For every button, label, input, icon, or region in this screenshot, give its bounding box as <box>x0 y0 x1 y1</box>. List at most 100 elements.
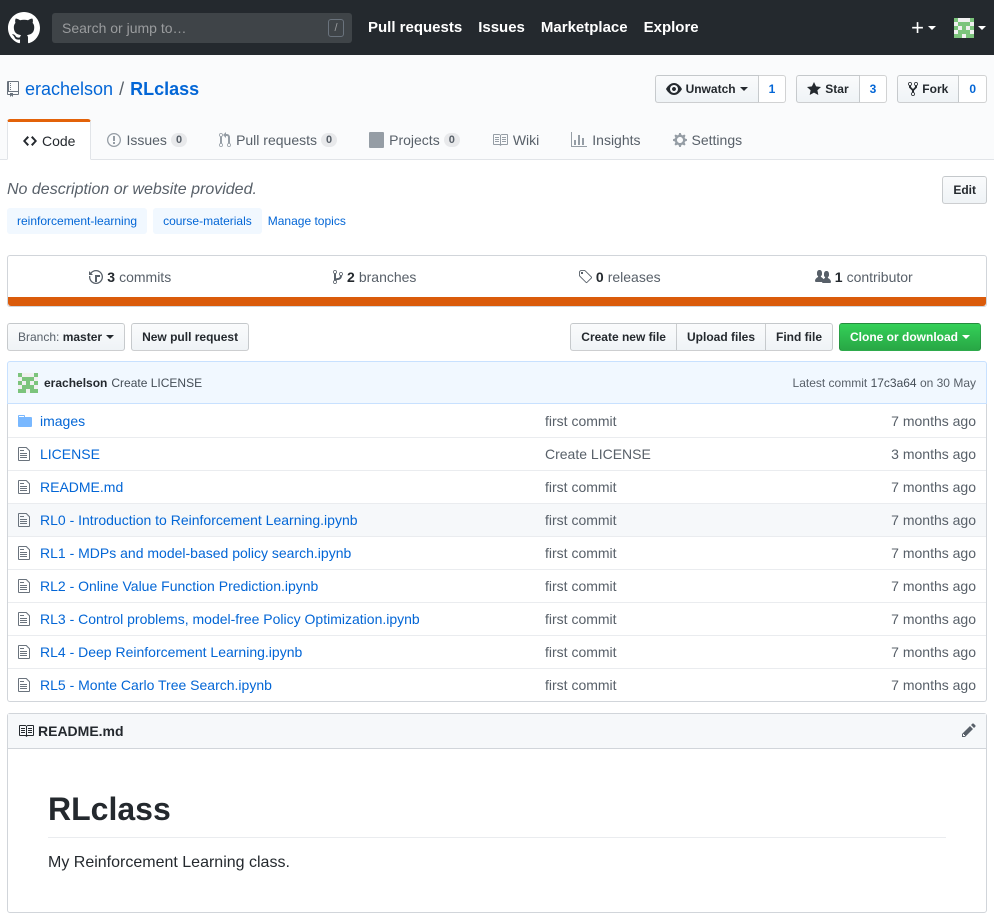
file-name-link[interactable]: RL2 - Online Value Function Prediction.i… <box>40 578 545 594</box>
create-new-file-button[interactable]: Create new file <box>570 323 677 351</box>
star-label: Star <box>825 82 849 96</box>
table-row: images first commit 7 months ago <box>8 404 986 437</box>
tab-code[interactable]: Code <box>7 119 92 160</box>
file-commit-message[interactable]: first commit <box>545 479 891 495</box>
new-pull-request-button[interactable]: New pull request <box>131 323 250 351</box>
repo-header: erachelson / RLclass Unwatch 1 Star 3 Fo… <box>0 55 994 160</box>
file-name-link[interactable]: RL0 - Introduction to Reinforcement Lear… <box>40 512 545 528</box>
tab-insights[interactable]: Insights <box>555 119 656 159</box>
file-name-link[interactable]: LICENSE <box>40 446 545 462</box>
language-bar[interactable] <box>8 297 986 306</box>
nav-pull-requests[interactable]: Pull requests <box>368 19 462 36</box>
search-shortcut-hint: / <box>328 18 344 37</box>
pull-request-icon <box>219 132 232 147</box>
contributors-label: contributor <box>846 268 913 285</box>
file-name-link[interactable]: RL4 - Deep Reinforcement Learning.ipynb <box>40 644 545 660</box>
caret-down-icon <box>739 87 748 91</box>
repo-name-link[interactable]: RLclass <box>130 79 199 100</box>
file-commit-message[interactable]: first commit <box>545 644 891 660</box>
topic-tag[interactable]: course-materials <box>153 208 262 234</box>
commit-author-link[interactable]: erachelson <box>44 376 107 390</box>
latest-commit-prefix: Latest commit <box>792 375 868 390</box>
global-header: / Pull requests Issues Marketplace Explo… <box>0 0 994 55</box>
github-logo-icon[interactable] <box>8 11 40 44</box>
watchers-count[interactable]: 1 <box>758 75 787 103</box>
contributors-link[interactable]: 1 contributor <box>742 269 987 285</box>
file-name-link[interactable]: RL5 - Monte Carlo Tree Search.ipynb <box>40 677 545 693</box>
create-new-dropdown[interactable]: + <box>911 15 936 41</box>
plus-icon: + <box>911 14 924 40</box>
tab-projects[interactable]: Projects 0 <box>353 119 476 159</box>
projects-counter: 0 <box>443 133 460 147</box>
file-icon <box>18 479 36 495</box>
repo-title-row: erachelson / RLclass Unwatch 1 Star 3 Fo… <box>0 75 994 103</box>
tab-settings[interactable]: Settings <box>657 119 759 159</box>
file-commit-message[interactable]: first commit <box>545 413 891 429</box>
file-commit-message[interactable]: Create LICENSE <box>545 446 891 462</box>
upload-files-button[interactable]: Upload files <box>676 323 766 351</box>
clone-or-download-button[interactable]: Clone or download <box>839 323 981 351</box>
table-row: README.md first commit 7 months ago <box>8 470 986 503</box>
find-file-button[interactable]: Find file <box>766 323 833 351</box>
tab-code-label: Code <box>42 132 76 149</box>
repo-owner-link[interactable]: erachelson <box>25 79 113 100</box>
numbers-summary: 3 commits 2 branches 0 releases 1 contri… <box>7 255 987 307</box>
repo-description-row: No description or website provided. Edit <box>0 176 994 204</box>
caret-down-icon <box>978 25 986 30</box>
unwatch-button[interactable]: Unwatch <box>654 75 759 103</box>
header-nav: Pull requests Issues Marketplace Explore <box>368 19 715 36</box>
folder-icon <box>18 413 36 429</box>
branch-name: master <box>62 330 103 344</box>
book-icon <box>492 134 508 146</box>
file-commit-message[interactable]: first commit <box>545 677 891 693</box>
manage-topics-link[interactable]: Manage topics <box>268 214 346 228</box>
fork-group: Fork 0 <box>897 75 987 103</box>
tab-insights-label: Insights <box>592 132 641 148</box>
repo-nav: Code Issues 0 Pull requests 0 Projects 0… <box>0 119 994 160</box>
star-button[interactable]: Star <box>796 75 860 103</box>
file-icon <box>18 644 36 660</box>
tab-pull-requests[interactable]: Pull requests 0 <box>203 119 353 159</box>
file-name-link[interactable]: RL3 - Control problems, model-free Polic… <box>40 611 545 627</box>
tab-issues[interactable]: Issues 0 <box>91 119 203 159</box>
readme-paragraph: My Reinforcement Learning class. <box>48 854 290 871</box>
file-commit-message[interactable]: first commit <box>545 611 891 627</box>
search-input[interactable] <box>60 18 344 37</box>
fork-label: Fork <box>922 82 949 96</box>
file-commit-message[interactable]: first commit <box>545 578 891 594</box>
pull-requests-counter: 0 <box>321 133 338 147</box>
file-age: 7 months ago <box>891 578 976 594</box>
releases-link[interactable]: 0 releases <box>497 269 742 285</box>
nav-issues[interactable]: Issues <box>478 19 525 36</box>
commits-link[interactable]: 3 commits <box>8 269 253 285</box>
branches-label: branches <box>358 268 417 285</box>
file-commit-message[interactable]: first commit <box>545 545 891 561</box>
user-menu[interactable] <box>954 17 986 38</box>
branches-link[interactable]: 2 branches <box>253 269 498 285</box>
stargazers-count[interactable]: 3 <box>859 75 888 103</box>
file-icon <box>18 545 36 561</box>
topic-tag[interactable]: reinforcement-learning <box>7 208 148 234</box>
pencil-icon[interactable] <box>962 722 976 741</box>
readme-heading: RLclass <box>48 789 946 838</box>
code-icon <box>23 135 37 146</box>
file-icon <box>18 512 36 528</box>
nav-explore[interactable]: Explore <box>644 19 699 36</box>
commit-message-link[interactable]: Create LICENSE <box>111 376 202 390</box>
tab-wiki[interactable]: Wiki <box>476 119 555 159</box>
file-commit-message[interactable]: first commit <box>545 512 891 528</box>
watch-group: Unwatch 1 <box>654 75 787 103</box>
tab-pull-requests-label: Pull requests <box>236 132 317 148</box>
file-name-link[interactable]: RL1 - MDPs and model-based policy search… <box>40 545 545 561</box>
fork-button[interactable]: Fork <box>897 75 960 103</box>
commits-label: commits <box>119 268 172 285</box>
file-name-link[interactable]: README.md <box>40 479 545 495</box>
edit-description-button[interactable]: Edit <box>942 176 987 204</box>
commit-sha-link[interactable]: 17c3a64 <box>871 376 917 390</box>
forks-count[interactable]: 0 <box>959 75 987 103</box>
branch-select-button[interactable]: Branch: master <box>7 323 126 351</box>
file-age: 7 months ago <box>891 644 976 660</box>
nav-marketplace[interactable]: Marketplace <box>541 19 628 36</box>
file-icon <box>18 677 36 693</box>
file-name-link[interactable]: images <box>40 413 545 429</box>
